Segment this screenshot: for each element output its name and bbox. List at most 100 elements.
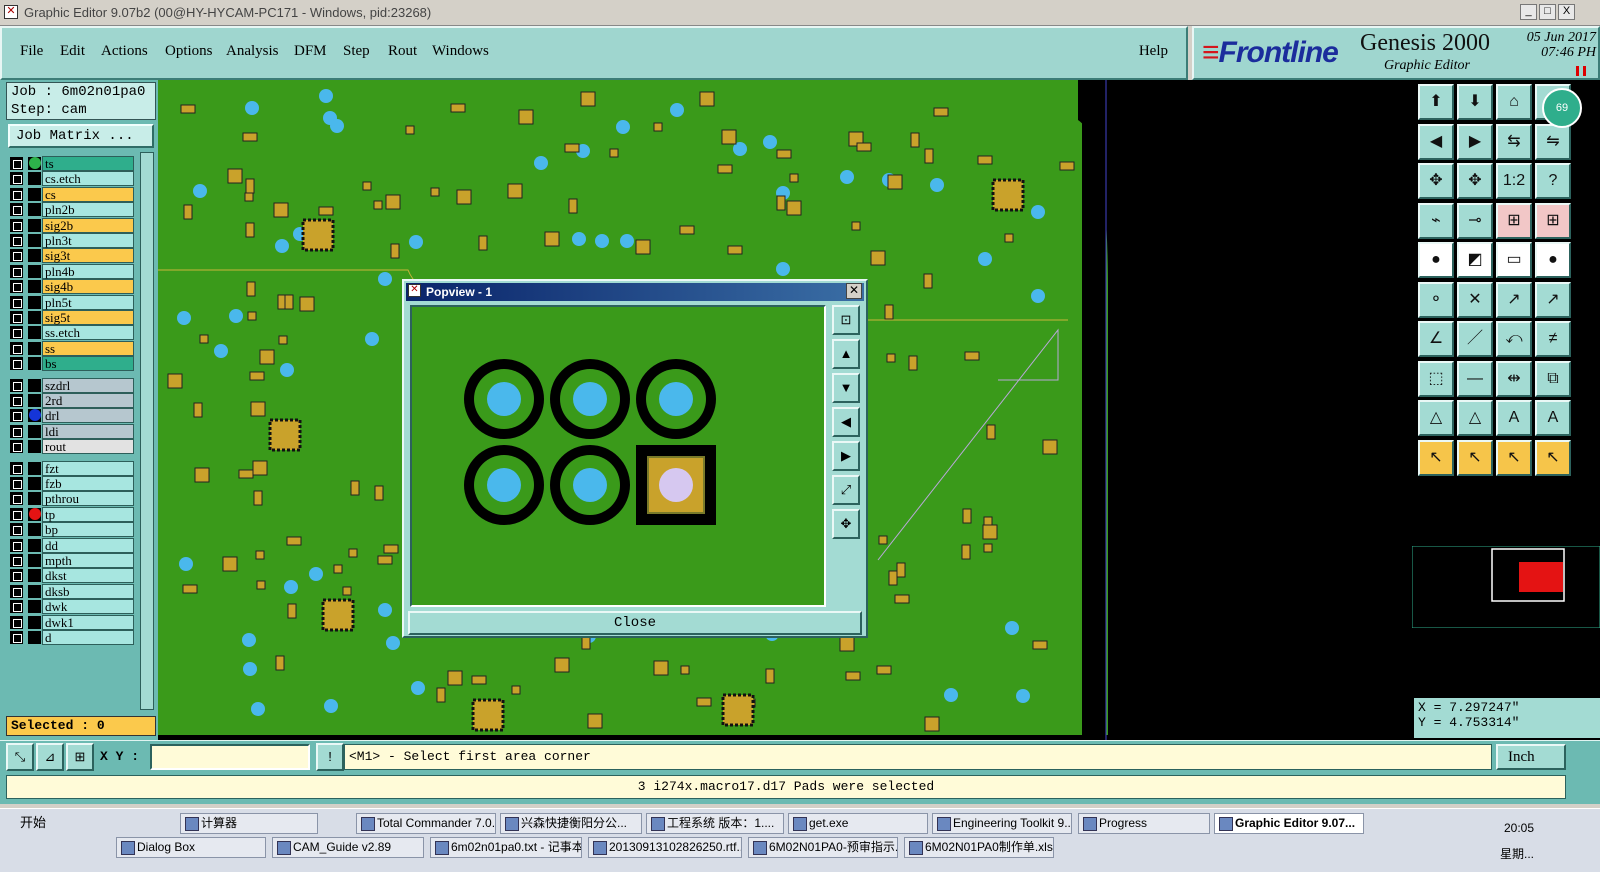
layer-row-bs[interactable]: bs [8,356,138,372]
layer-checkbox[interactable] [10,477,23,490]
menu-edit[interactable]: Edit [60,43,85,60]
layer-row-dwk1[interactable]: dwk1 [8,614,138,630]
notification-badge[interactable]: 69 [1542,88,1582,128]
tool-button-5[interactable]: ◀ [1418,123,1454,160]
window-close-button[interactable]: X [1558,4,1575,20]
popview-pan-left-button[interactable]: ◀ [832,407,860,437]
layer-checkbox[interactable] [10,203,23,217]
layer-row-bp[interactable]: bp [8,522,138,538]
layer-row-d[interactable]: d [8,630,138,645]
layer-name[interactable]: ldi [42,423,134,439]
layer-checkbox[interactable] [10,424,23,438]
tool-button-17[interactable]: ● [1418,242,1454,278]
layer-name[interactable]: sig2b [42,217,134,233]
layer-name[interactable]: d [42,630,134,645]
tool-button-30[interactable]: — [1457,360,1493,397]
layer-name[interactable]: dwk [42,599,134,615]
tool-button-10[interactable]: ✥ [1457,163,1493,199]
layer-checkbox[interactable] [10,378,23,392]
layer-name[interactable]: sig3t [42,248,134,264]
layer-checkbox[interactable] [10,295,23,309]
tool-button-36[interactable]: A [1535,400,1571,436]
layer-name[interactable]: pln4b [42,263,134,279]
layer-row-szdrl[interactable]: szdrl [8,377,138,393]
layer-name[interactable]: bp [42,522,134,538]
layer-checkbox[interactable] [10,264,23,278]
layer-name[interactable]: cs.etch [42,171,134,187]
tool-button-34[interactable]: △ [1457,400,1493,436]
tool-button-38[interactable]: ↖ [1457,439,1493,476]
tool-button-29[interactable]: ⬚ [1418,360,1454,397]
layer-checkbox[interactable] [10,507,23,521]
layer-checkbox[interactable] [10,461,23,475]
tool-button-39[interactable]: ↖ [1496,439,1532,476]
menu-file[interactable]: File [20,43,43,60]
layer-row-ts[interactable]: ts [8,156,138,171]
tool-button-21[interactable]: ⚬ [1418,281,1454,318]
popview-zoom-in-button[interactable]: ⤢ [832,475,860,505]
tool-button-25[interactable]: ∠ [1418,321,1454,357]
tool-button-8[interactable]: ⇋ [1535,123,1571,160]
xy-input[interactable] [150,744,310,770]
layer-name[interactable]: ss.etch [42,325,134,341]
taskbar-item[interactable]: get.exe [788,813,928,834]
taskbar-item[interactable]: 工程系统 版本：1.... [646,813,784,834]
layer-checkbox[interactable] [10,440,23,454]
menu-rout[interactable]: Rout [388,43,417,60]
menu-step[interactable]: Step [343,43,370,60]
popview-pan-up-button[interactable]: ▲ [832,339,860,369]
tool-button-11[interactable]: 1:2 [1496,163,1532,199]
tool-button-3[interactable]: ⌂ [1496,84,1532,120]
layer-name[interactable]: tp [42,506,134,522]
layer-row-pln5t[interactable]: pln5t [8,294,138,310]
layer-name[interactable]: bs [42,356,134,372]
layer-row-tp[interactable]: tp [8,506,138,522]
layer-row-2rd[interactable]: 2rd [8,393,138,408]
menu-actions[interactable]: Actions [101,43,148,60]
layer-checkbox[interactable] [10,172,23,186]
overview-map[interactable] [1412,546,1600,628]
taskbar-item[interactable]: 20130913102826250.rtf... [588,837,742,858]
layer-name[interactable]: ts [42,156,134,171]
layer-name[interactable]: pln5t [42,294,134,310]
menu-analysis[interactable]: Analysis [226,43,279,60]
minimize-button[interactable]: _ [1520,4,1537,20]
menu-help[interactable]: Help [1139,43,1168,60]
tool-button-35[interactable]: A [1496,400,1532,436]
taskbar-item[interactable]: Total Commander 7.0... [356,813,496,834]
layer-name[interactable]: 2rd [42,393,134,408]
layer-row-pln3t[interactable]: pln3t [8,233,138,248]
layer-checkbox[interactable] [10,631,23,644]
layer-row-fzt[interactable]: fzt [8,460,138,476]
layer-checkbox[interactable] [10,409,23,423]
tool-button-18[interactable]: ◩ [1457,242,1493,278]
layer-name[interactable]: dwk1 [42,614,134,630]
layer-checkbox[interactable] [10,326,23,340]
layer-row-sig2b[interactable]: sig2b [8,217,138,233]
tool-button-28[interactable]: ≠ [1535,321,1571,357]
popview-pan-down-button[interactable]: ▼ [832,373,860,403]
layer-row-fzb[interactable]: fzb [8,476,138,491]
layer-checkbox[interactable] [10,569,23,583]
layer-name[interactable]: pthrou [42,491,134,507]
layer-row-rout[interactable]: rout [8,439,138,455]
taskbar-item[interactable]: Dialog Box [116,837,266,858]
taskbar-item[interactable]: CAM_Guide v2.89 [272,837,424,858]
menu-dfm[interactable]: DFM [294,43,327,60]
layer-row-mpth[interactable]: mpth [8,553,138,568]
layer-row-pln4b[interactable]: pln4b [8,263,138,279]
tool-button-13[interactable]: ⌁ [1418,202,1454,239]
layer-row-dkst[interactable]: dkst [8,568,138,584]
tool-button-9[interactable]: ✥ [1418,163,1454,199]
layer-checkbox[interactable] [10,538,23,552]
layer-row-sig5t[interactable]: sig5t [8,310,138,325]
tool-button-16[interactable]: ⊞ [1535,202,1571,239]
info-button[interactable]: ! [316,743,344,771]
taskbar-item[interactable]: Progress [1078,813,1210,834]
popview-pan-right-button[interactable]: ▶ [832,441,860,471]
layer-checkbox[interactable] [10,492,23,506]
tool-button-12[interactable]: ? [1535,163,1571,199]
layer-checkbox[interactable] [10,187,23,201]
layer-row-pln2b[interactable]: pln2b [8,202,138,218]
layer-row-ss[interactable]: ss [8,340,138,356]
